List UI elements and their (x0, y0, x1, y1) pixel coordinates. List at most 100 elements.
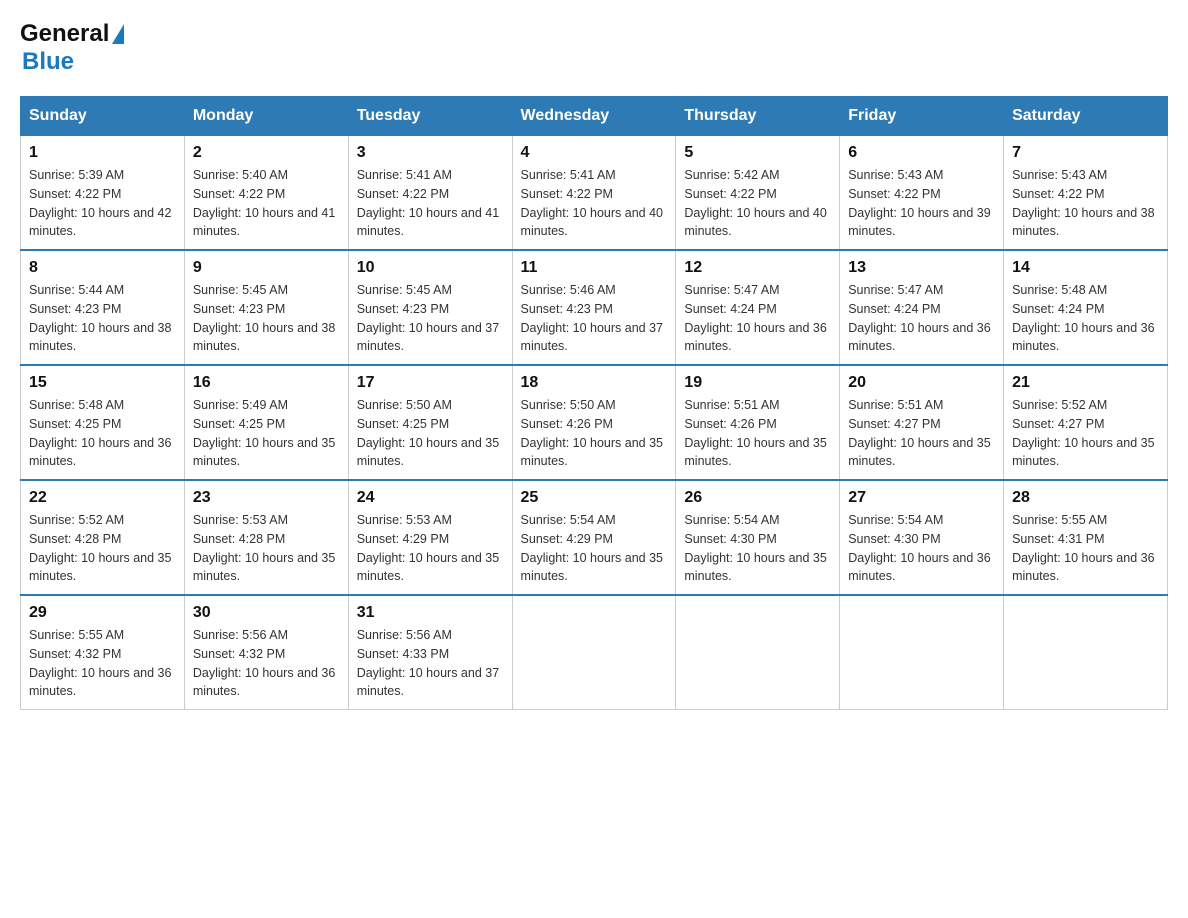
calendar-cell: 22Sunrise: 5:52 AMSunset: 4:28 PMDayligh… (21, 480, 185, 595)
day-number: 7 (1012, 144, 1159, 162)
day-number: 29 (29, 604, 176, 622)
day-info: Sunrise: 5:43 AMSunset: 4:22 PMDaylight:… (1012, 166, 1159, 241)
day-info: Sunrise: 5:51 AMSunset: 4:27 PMDaylight:… (848, 396, 995, 471)
day-number: 19 (684, 374, 831, 392)
day-info: Sunrise: 5:55 AMSunset: 4:32 PMDaylight:… (29, 626, 176, 701)
day-number: 16 (193, 374, 340, 392)
day-info: Sunrise: 5:49 AMSunset: 4:25 PMDaylight:… (193, 396, 340, 471)
header-friday: Friday (840, 97, 1004, 136)
day-number: 24 (357, 489, 504, 507)
day-number: 23 (193, 489, 340, 507)
day-number: 11 (521, 259, 668, 277)
calendar-cell: 24 Sunrise: 5:53 AMSunset: 4:29 PMDayligh… (348, 480, 512, 595)
calendar-cell: 16 Sunrise: 5:49 AMSunset: 4:25 PMDayligh… (184, 365, 348, 480)
day-info: Sunrise: 5:55 AMSunset: 4:31 PMDaylight:… (1012, 511, 1159, 586)
day-number: 14 (1012, 259, 1159, 277)
calendar-cell (1004, 595, 1168, 710)
calendar-week-row: 8 Sunrise: 5:44 AMSunset: 4:23 PMDaylight… (21, 250, 1168, 365)
day-info: Sunrise: 5:50 AMSunset: 4:26 PMDaylight:… (521, 396, 668, 471)
day-info: Sunrise: 5:48 AMSunset: 4:25 PMDaylight:… (29, 396, 176, 471)
day-number: 10 (357, 259, 504, 277)
calendar-cell: 15 Sunrise: 5:48 AMSunset: 4:25 PMDayligh… (21, 365, 185, 480)
day-info: Sunrise: 5:50 AMSunset: 4:25 PMDaylight:… (357, 396, 504, 471)
calendar-cell: 2Sunrise: 5:40 AMSunset: 4:22 PMDaylight… (184, 136, 348, 251)
day-info: Sunrise: 5:53 AMSunset: 4:29 PMDaylight:… (357, 511, 504, 586)
day-number: 13 (848, 259, 995, 277)
calendar-cell: 23 Sunrise: 5:53 AMSunset: 4:28 PMDayligh… (184, 480, 348, 595)
calendar-cell: 12 Sunrise: 5:47 AMSunset: 4:24 PMDayligh… (676, 250, 840, 365)
page-header: General Blue (20, 20, 1168, 76)
day-info: Sunrise: 5:41 AMSunset: 4:22 PMDaylight:… (357, 166, 504, 241)
calendar-cell: 6Sunrise: 5:43 AMSunset: 4:22 PMDaylight… (840, 136, 1004, 251)
day-number: 31 (357, 604, 504, 622)
calendar-cell: 29 Sunrise: 5:55 AMSunset: 4:32 PMDayligh… (21, 595, 185, 710)
calendar-cell: 20 Sunrise: 5:51 AMSunset: 4:27 PMDayligh… (840, 365, 1004, 480)
day-number: 12 (684, 259, 831, 277)
day-info: Sunrise: 5:56 AMSunset: 4:33 PMDaylight:… (357, 626, 504, 701)
header-tuesday: Tuesday (348, 97, 512, 136)
day-info: Sunrise: 5:53 AMSunset: 4:28 PMDaylight:… (193, 511, 340, 586)
header-sunday: Sunday (21, 97, 185, 136)
day-info: Sunrise: 5:46 AMSunset: 4:23 PMDaylight:… (521, 281, 668, 356)
calendar-week-row: 15 Sunrise: 5:48 AMSunset: 4:25 PMDayligh… (21, 365, 1168, 480)
calendar-cell: 13Sunrise: 5:47 AMSunset: 4:24 PMDayligh… (840, 250, 1004, 365)
day-number: 9 (193, 259, 340, 277)
calendar-cell: 11 Sunrise: 5:46 AMSunset: 4:23 PMDayligh… (512, 250, 676, 365)
logo-triangle-icon (112, 24, 124, 44)
day-number: 3 (357, 144, 504, 162)
weekday-header-row: Sunday Monday Tuesday Wednesday Thursday… (21, 97, 1168, 136)
day-number: 2 (193, 144, 340, 162)
header-saturday: Saturday (1004, 97, 1168, 136)
calendar-cell: 25 Sunrise: 5:54 AMSunset: 4:29 PMDayligh… (512, 480, 676, 595)
day-info: Sunrise: 5:54 AMSunset: 4:30 PMDaylight:… (684, 511, 831, 586)
day-info: Sunrise: 5:41 AMSunset: 4:22 PMDaylight:… (521, 166, 668, 241)
logo-general-text: General (20, 20, 109, 48)
calendar-cell: 1 Sunrise: 5:39 AMSunset: 4:22 PMDaylight… (21, 136, 185, 251)
calendar-cell: 9 Sunrise: 5:45 AMSunset: 4:23 PMDaylight… (184, 250, 348, 365)
day-info: Sunrise: 5:39 AMSunset: 4:22 PMDaylight:… (29, 166, 176, 241)
day-info: Sunrise: 5:45 AMSunset: 4:23 PMDaylight:… (193, 281, 340, 356)
calendar-cell: 5Sunrise: 5:42 AMSunset: 4:22 PMDaylight… (676, 136, 840, 251)
day-info: Sunrise: 5:44 AMSunset: 4:23 PMDaylight:… (29, 281, 176, 356)
calendar-cell (676, 595, 840, 710)
day-number: 5 (684, 144, 831, 162)
calendar-cell: 7 Sunrise: 5:43 AMSunset: 4:22 PMDaylight… (1004, 136, 1168, 251)
day-number: 22 (29, 489, 176, 507)
day-info: Sunrise: 5:47 AMSunset: 4:24 PMDaylight:… (684, 281, 831, 356)
day-number: 15 (29, 374, 176, 392)
calendar-cell: 27 Sunrise: 5:54 AMSunset: 4:30 PMDayligh… (840, 480, 1004, 595)
calendar-cell: 17 Sunrise: 5:50 AMSunset: 4:25 PMDayligh… (348, 365, 512, 480)
day-number: 25 (521, 489, 668, 507)
day-number: 1 (29, 144, 176, 162)
logo: General Blue (20, 20, 124, 76)
calendar-week-row: 22Sunrise: 5:52 AMSunset: 4:28 PMDayligh… (21, 480, 1168, 595)
day-number: 8 (29, 259, 176, 277)
calendar-week-row: 29 Sunrise: 5:55 AMSunset: 4:32 PMDayligh… (21, 595, 1168, 710)
day-info: Sunrise: 5:51 AMSunset: 4:26 PMDaylight:… (684, 396, 831, 471)
day-info: Sunrise: 5:48 AMSunset: 4:24 PMDaylight:… (1012, 281, 1159, 356)
day-number: 21 (1012, 374, 1159, 392)
day-info: Sunrise: 5:52 AMSunset: 4:27 PMDaylight:… (1012, 396, 1159, 471)
header-monday: Monday (184, 97, 348, 136)
day-number: 4 (521, 144, 668, 162)
logo-blue-text: Blue (22, 48, 74, 76)
calendar-table: Sunday Monday Tuesday Wednesday Thursday… (20, 96, 1168, 710)
day-info: Sunrise: 5:43 AMSunset: 4:22 PMDaylight:… (848, 166, 995, 241)
calendar-week-row: 1 Sunrise: 5:39 AMSunset: 4:22 PMDaylight… (21, 136, 1168, 251)
day-info: Sunrise: 5:54 AMSunset: 4:30 PMDaylight:… (848, 511, 995, 586)
day-info: Sunrise: 5:54 AMSunset: 4:29 PMDaylight:… (521, 511, 668, 586)
day-number: 18 (521, 374, 668, 392)
calendar-cell: 8 Sunrise: 5:44 AMSunset: 4:23 PMDaylight… (21, 250, 185, 365)
header-thursday: Thursday (676, 97, 840, 136)
calendar-cell: 21 Sunrise: 5:52 AMSunset: 4:27 PMDayligh… (1004, 365, 1168, 480)
header-wednesday: Wednesday (512, 97, 676, 136)
calendar-cell: 19 Sunrise: 5:51 AMSunset: 4:26 PMDayligh… (676, 365, 840, 480)
calendar-cell: 18 Sunrise: 5:50 AMSunset: 4:26 PMDayligh… (512, 365, 676, 480)
day-number: 26 (684, 489, 831, 507)
calendar-cell: 3 Sunrise: 5:41 AMSunset: 4:22 PMDaylight… (348, 136, 512, 251)
day-number: 20 (848, 374, 995, 392)
day-number: 17 (357, 374, 504, 392)
day-number: 27 (848, 489, 995, 507)
calendar-cell: 28Sunrise: 5:55 AMSunset: 4:31 PMDayligh… (1004, 480, 1168, 595)
calendar-cell: 10Sunrise: 5:45 AMSunset: 4:23 PMDayligh… (348, 250, 512, 365)
